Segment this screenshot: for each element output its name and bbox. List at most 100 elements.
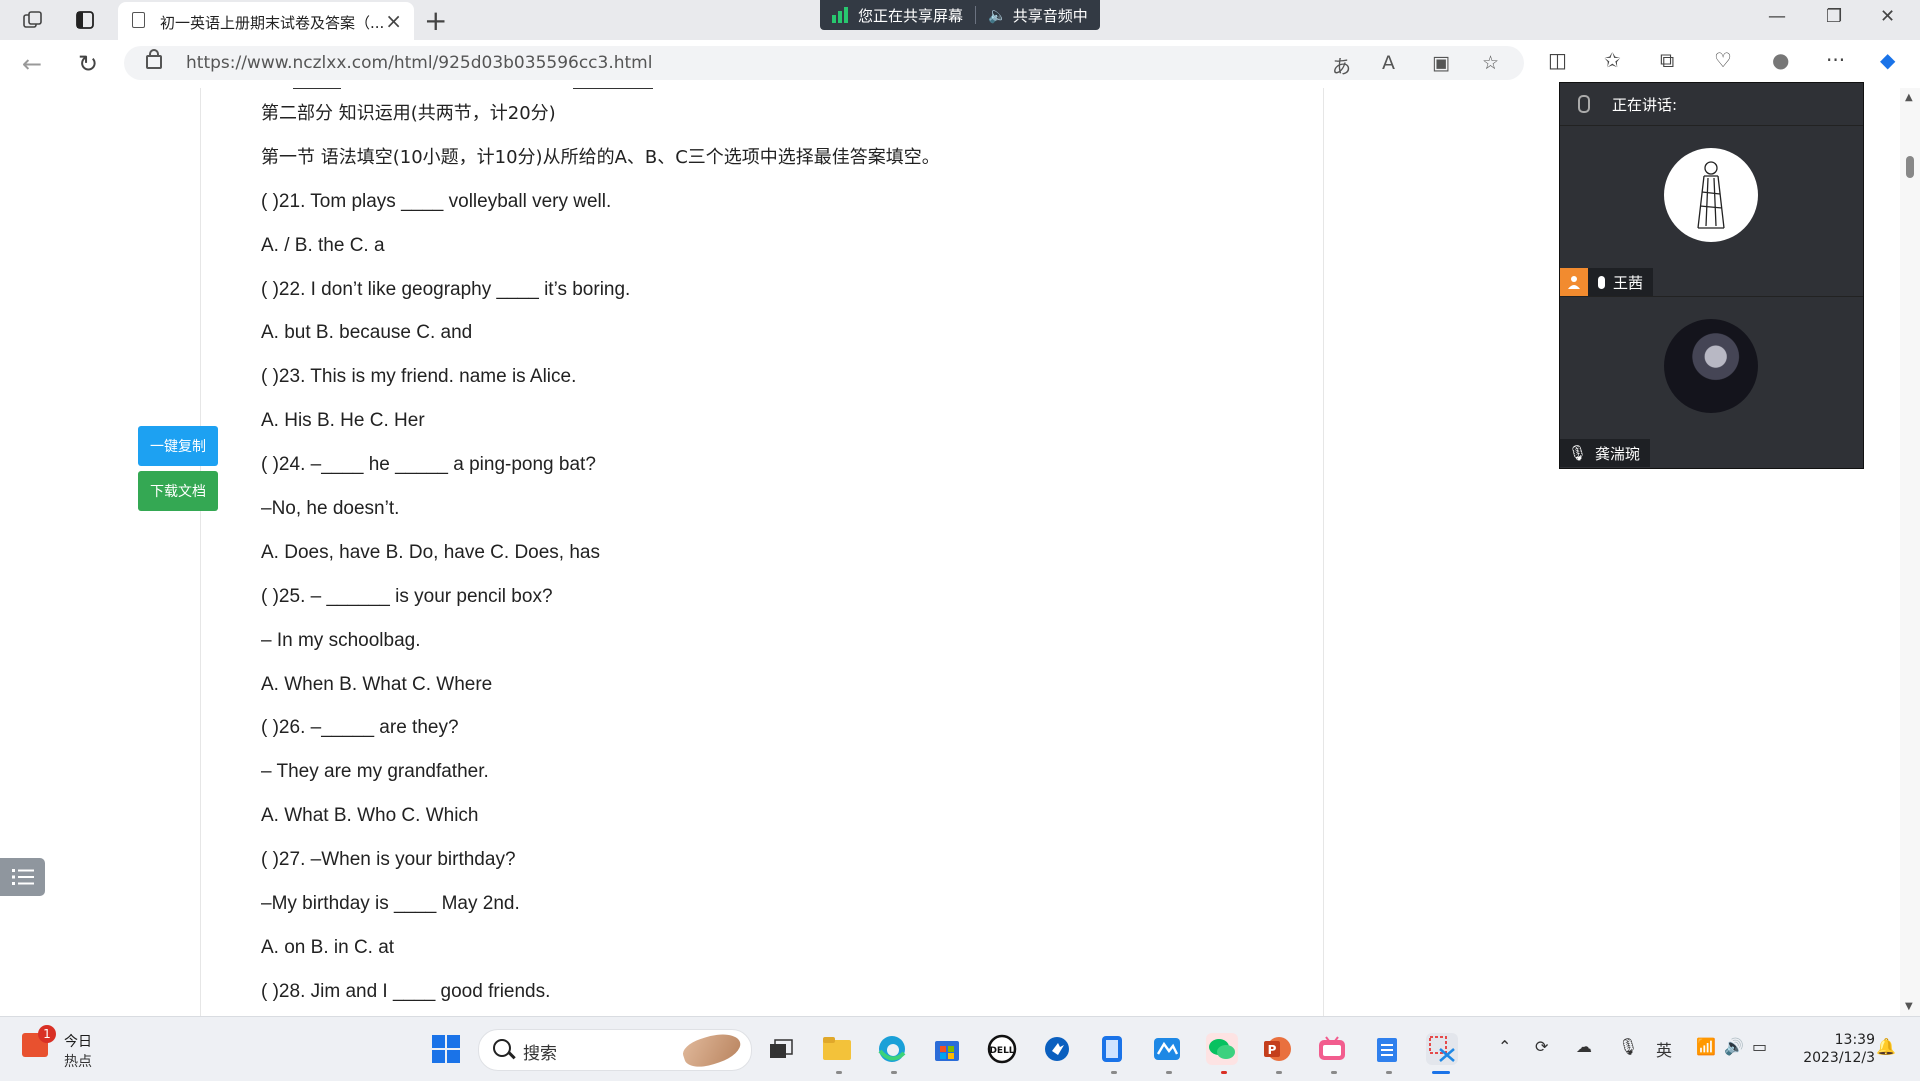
speaking-label: 正在讲话: [1612, 95, 1678, 114]
article-line: – In my schoolbag. [261, 629, 421, 651]
running-indicator [1276, 1071, 1282, 1074]
powerpoint-icon[interactable]: P [1261, 1033, 1293, 1065]
url-text[interactable]: https://www.nczlxx.com/html/925d03b03559… [186, 53, 652, 73]
article-line: A. / B. the C. a [261, 234, 385, 256]
clock[interactable]: 13:39 2023/12/3 [1795, 1031, 1875, 1067]
article-line: ( )23. This is my friend. name is Alice. [261, 366, 577, 388]
article-line: – They are my grandfather. [261, 761, 489, 783]
participant-tile[interactable]: 王茜 [1560, 126, 1863, 297]
input-method-indicator[interactable]: 英 [1656, 1037, 1672, 1061]
profile-icon[interactable]: ● [1772, 48, 1789, 72]
table-of-contents-icon[interactable] [0, 858, 45, 896]
avatar [1664, 148, 1758, 242]
blank-line [293, 88, 341, 89]
copilot-icon[interactable]: ◆ [1880, 48, 1895, 72]
minimize-icon[interactable]: — [1768, 6, 1786, 27]
volume-icon[interactable]: 🔊 [1724, 1037, 1744, 1056]
read-aloud-icon[interactable]: A [1382, 52, 1395, 74]
wechat-icon[interactable] [1206, 1033, 1238, 1065]
immersive-reader-icon[interactable]: ▣ [1432, 52, 1450, 74]
more-menu-icon[interactable]: ··· [1826, 48, 1845, 72]
running-indicator [891, 1071, 897, 1074]
participant-name: 龚湍琬 [1595, 444, 1641, 463]
running-indicator [1166, 1071, 1172, 1074]
close-window-icon[interactable]: ✕ [1880, 6, 1895, 27]
participant-name: 王茜 [1613, 273, 1644, 292]
onedrive-icon[interactable]: ☁ [1576, 1037, 1592, 1056]
widget-subtitle: 热点 [64, 1054, 92, 1070]
participant-nametag: 🎙 龚湍琬 [1560, 439, 1651, 467]
article-line: A. What B. Who C. Which [261, 805, 479, 827]
active-indicator [1432, 1071, 1450, 1074]
widget-title: 今日 [64, 1034, 92, 1050]
show-hidden-icons-icon[interactable]: ⌃ [1498, 1037, 1511, 1056]
edge-browser-icon[interactable] [876, 1033, 908, 1065]
dell-icon[interactable]: DELL [986, 1033, 1018, 1065]
dell-support-icon[interactable] [1041, 1033, 1073, 1065]
article-line: ( )25. – ______ is your pencil box? [261, 585, 553, 607]
workspaces-icon[interactable] [20, 8, 46, 32]
restore-icon[interactable]: ❐ [1826, 6, 1842, 27]
svg-text:P: P [1268, 1043, 1277, 1057]
notifications-bell-icon[interactable]: 🔔 [1876, 1037, 1896, 1056]
performance-icon[interactable]: ♡ [1714, 48, 1732, 72]
share-screen-label: 您正在共享屏幕 [858, 6, 964, 25]
article-line: ( )24. –____ he _____ a ping-pong bat? [261, 454, 596, 476]
date: 2023/12/3 [1803, 1050, 1875, 1066]
address-bar[interactable]: https://www.nczlxx.com/html/925d03b03559… [124, 46, 1524, 80]
blank-line [573, 88, 653, 89]
participant-tile[interactable]: 🎙 龚湍琬 [1560, 297, 1863, 467]
close-tab-icon[interactable]: × [385, 9, 402, 33]
phone-link-icon[interactable] [1096, 1033, 1128, 1065]
notepad-icon[interactable] [1371, 1033, 1403, 1065]
scroll-thumb[interactable] [1906, 156, 1914, 178]
sync-icon[interactable]: ⟳ [1535, 1037, 1548, 1056]
whiteboard-icon[interactable] [1151, 1033, 1183, 1065]
microsoft-store-icon[interactable] [931, 1033, 963, 1065]
running-indicator [1111, 1071, 1117, 1074]
file-explorer-icon[interactable] [821, 1033, 853, 1065]
wifi-icon[interactable]: 📶 [1696, 1037, 1716, 1056]
person-icon [1560, 268, 1588, 296]
battery-icon[interactable]: ▭ [1752, 1037, 1767, 1056]
article-line: ( )22. I don’t like geography ____ it’s … [261, 278, 631, 300]
article-line: A. but B. because C. and [261, 322, 473, 344]
scroll-down-icon[interactable]: ▼ [1905, 1001, 1913, 1012]
tab-bar: 初一英语上册期末试卷及答案（... × + 您正在共享屏幕 🔈 共享音频中 — … [0, 0, 1920, 40]
browser-tab-active[interactable]: 初一英语上册期末试卷及答案（... × [118, 2, 414, 40]
task-view-icon[interactable] [765, 1033, 797, 1065]
article-line: 第二部分 知识运用(共两节，计20分) [261, 103, 556, 124]
split-screen-icon[interactable]: ◫ [1548, 48, 1567, 72]
taskbar: 1 今日 热点 搜索 DELL P ⌃ ⟳ ☁ 🎙 英 📶 🔊 ▭ 13:39 … [0, 1016, 1920, 1081]
microphone-tray-icon[interactable]: 🎙 [1618, 1037, 1638, 1056]
share-audio-label: 共享音频中 [1012, 6, 1088, 25]
tab-actions-icon[interactable] [72, 8, 98, 32]
refresh-icon[interactable]: ↻ [78, 50, 98, 78]
avatar [1664, 319, 1758, 413]
search-highlight-image [680, 1027, 744, 1073]
taskbar-search[interactable]: 搜索 [478, 1027, 752, 1073]
mic-muted-icon: 🎙 [1568, 444, 1588, 462]
widgets-button[interactable]: 1 今日 热点 [22, 1025, 102, 1073]
vertical-scrollbar[interactable]: ▲ ▼ [1900, 88, 1920, 1016]
search-icon [493, 1039, 511, 1057]
start-windows-icon[interactable] [430, 1033, 462, 1065]
article-line: A. When B. What C. Where [261, 673, 493, 695]
article-line: ( )28. Jim and I ____ good friends. [261, 980, 551, 1002]
new-tab-icon[interactable]: + [424, 4, 447, 37]
speaking-header: 正在讲话: [1560, 83, 1863, 126]
article-line: 第一节 语法填空(10小题，计10分)从所给的A、B、C三个选项中选择最佳答案填… [261, 146, 940, 168]
article-line: A. on B. in C. at [261, 936, 395, 958]
favorite-star-icon[interactable]: ☆ [1482, 52, 1499, 74]
favorites-icon[interactable]: ✩ [1604, 48, 1621, 72]
scroll-up-icon[interactable]: ▲ [1905, 92, 1913, 103]
back-icon[interactable]: ← [22, 50, 42, 78]
article-line: A. Does, have B. Do, have C. Does, has [261, 541, 601, 563]
bilibili-icon[interactable] [1316, 1033, 1348, 1065]
collections-icon[interactable]: ⧉ [1660, 48, 1674, 72]
download-doc-button[interactable]: 下载文档 [138, 471, 218, 511]
snipping-tool-icon[interactable] [1426, 1033, 1458, 1065]
translate-icon[interactable]: あ [1332, 52, 1351, 79]
lock-icon[interactable] [146, 49, 162, 69]
copy-all-button[interactable]: 一键复制 [138, 426, 218, 466]
